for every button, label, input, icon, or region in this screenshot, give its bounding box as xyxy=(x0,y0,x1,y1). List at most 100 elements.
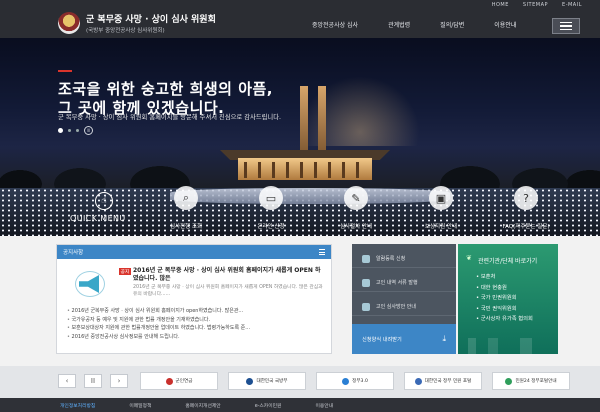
emblem-icon xyxy=(58,12,80,34)
notice-header: 공지사항 xyxy=(57,245,331,259)
service-item-alarm[interactable]: 알람등록 신청 xyxy=(352,250,456,268)
banner-label: 군인연금 xyxy=(175,379,193,384)
hero-subtext: 군 복무중 사망 · 상이 심사 위원회 홈페이지를 방문해 주셔서 진심으로 … xyxy=(58,114,281,121)
monitor-icon: ▭ xyxy=(259,186,283,210)
service-panel: 알람등록 신청 고인 내역 서류 발행 고인 심사방안 안내 신청양식 내려받기… xyxy=(352,244,456,354)
headline-accent xyxy=(58,70,72,72)
megaphone-icon xyxy=(75,271,109,297)
mnd-logo-icon xyxy=(246,377,254,385)
footer-link-guide[interactable]: 이용안내 xyxy=(315,402,333,409)
download-form-label: 신청양식 내려받기 xyxy=(362,336,402,343)
banner-label: 민원24 정부포털안내 xyxy=(515,379,557,384)
notice-item[interactable]: 보훈보상대상자 지원에 관한 법률개정안을 업데이트 하였습니다. 법령가능하도… xyxy=(67,324,325,333)
notice-item[interactable]: 2016년 군복무중 사망 · 상이 심사 위원회 홈페이지가 open하였습니… xyxy=(67,307,325,316)
banner-minwon24[interactable]: 민원24 정부포털안내 xyxy=(492,372,570,390)
notice-panel: 공지사항 공지 2016년 군 복무중 사망 · 상이 심사 위원회 홈페이지가… xyxy=(56,244,332,354)
quick-menu-title: QUICK MENU xyxy=(70,214,126,223)
service-label: 고인 심사방안 안내 xyxy=(376,304,416,310)
quick-item-faq[interactable]: ? FAQ(자주묻는 질문) xyxy=(495,186,557,230)
portal-logo-icon xyxy=(414,377,422,385)
more-icon[interactable] xyxy=(319,249,325,255)
nav-item-guide[interactable]: 이용안내 xyxy=(494,20,516,29)
banner-label: 정부3.0 xyxy=(352,379,368,384)
banner-label: 대한민국 국방부 xyxy=(256,379,288,384)
related-link[interactable]: 군사상자 유가족 협의회 xyxy=(476,314,533,325)
monument-pillar-left xyxy=(300,86,308,156)
quick-item-label: 심사절차 안내 xyxy=(339,224,373,230)
notice-feature[interactable]: 공지 2016년 군 복무중 사망 · 상이 심사 위원회 홈페이지가 새롭게 … xyxy=(67,265,325,305)
notice-item[interactable]: 국가유공자 등 예우 및 지원에 관한 법률 개정안을 기재하였습니다. xyxy=(67,316,325,325)
home-link[interactable]: HOME xyxy=(492,2,509,8)
bell-icon xyxy=(362,254,370,263)
site-subtitle: (국방부 중앙전공사상 심사위원회) xyxy=(86,28,165,34)
banner-gov30[interactable]: 정부3.0 xyxy=(316,372,394,390)
compensation-icon: ▣ xyxy=(429,186,453,210)
question-icon: ? xyxy=(514,186,538,210)
service-item-guide[interactable]: 고인 심사방안 안내 xyxy=(352,298,456,316)
gov30-logo-icon xyxy=(342,377,350,385)
related-link[interactable]: 대한 현충원 xyxy=(476,283,533,294)
site-title: 군 복무중 사망 · 상이 심사 위원회 xyxy=(86,15,216,25)
footer-link-suggestion[interactable]: 홈페이지개선제안 xyxy=(185,402,220,409)
notice-item[interactable]: 2016년 중앙전공사상 심사정보를 안내해 드립니다. xyxy=(67,333,325,342)
related-link[interactable]: 국가 민권위원회 xyxy=(476,293,533,304)
sitemap-link[interactable]: SITEMAP xyxy=(523,2,548,8)
quick-item-online[interactable]: ▭ 온라인 신청 xyxy=(240,186,302,230)
notice-badge: 공지 xyxy=(119,268,131,275)
quick-item-compensation[interactable]: ▣ 보상지원 안내 xyxy=(410,186,472,230)
download-icon: ⤓ xyxy=(442,334,446,343)
pointer-icon: ☝ xyxy=(95,192,113,210)
notice-feature-desc: 2016년 군 복무중 사망 · 상이 심사 위원회 홈페이지가 새롭게 OPE… xyxy=(133,285,323,297)
service-label: 알람등록 신청 xyxy=(376,256,406,262)
quick-item-label: 온라인 신청 xyxy=(257,224,285,230)
menu-icon[interactable] xyxy=(552,18,580,34)
related-link[interactable]: 보훈처 xyxy=(476,272,533,283)
document-search-icon: ⌕ xyxy=(174,186,198,210)
footer-link-privacy[interactable]: 개인정보처리방침 xyxy=(60,402,95,409)
footer: 개인정보처리방침 이메일정책 홈페이지개선제안 e-스카이민원 이용안내 xyxy=(0,398,600,412)
pager-dot[interactable] xyxy=(76,129,79,132)
quick-item-status[interactable]: ⌕ 심사진행 조회 xyxy=(155,186,217,230)
nav-item-review[interactable]: 중앙전공사상 심사 xyxy=(312,20,358,29)
main-nav: 중앙전공사상 심사 관계법령 질의/답변 이용안내 xyxy=(312,20,516,29)
quick-item-label: 심사진행 조회 xyxy=(169,224,203,230)
banner-prev-button[interactable]: ‹ xyxy=(58,374,76,388)
utility-links: HOME SITEMAP E-MAIL xyxy=(492,2,582,8)
service-label: 고인 내역 서류 발행 xyxy=(376,280,418,286)
banner-military-pension[interactable]: 군인연금 xyxy=(140,372,218,390)
banner-mnd[interactable]: 대한민국 국방부 xyxy=(228,372,306,390)
quick-item-procedure[interactable]: ✎ 심사절차 안내 xyxy=(325,186,387,230)
related-link[interactable]: 국민 권익위원회 xyxy=(476,304,533,315)
nav-item-qna[interactable]: 질의/답변 xyxy=(440,20,464,29)
pause-icon[interactable]: II xyxy=(84,126,93,135)
banner-label: 대한민국 정부 민원 포털 xyxy=(424,379,472,384)
pension-logo-icon xyxy=(165,377,173,385)
notice-list: 2016년 군복무중 사망 · 상이 심사 위원회 홈페이지가 open하였습니… xyxy=(67,307,325,341)
pager-dot[interactable] xyxy=(68,129,71,132)
pager-dot-active[interactable] xyxy=(58,128,63,133)
hero-pager: II xyxy=(58,126,93,135)
quick-item-label: FAQ(자주묻는 질문) xyxy=(502,224,550,230)
hand-document-icon: ✎ xyxy=(344,186,368,210)
city-skyline xyxy=(458,338,558,354)
minwon-logo-icon xyxy=(505,377,513,385)
email-link[interactable]: E-MAIL xyxy=(562,2,582,8)
hall-columns xyxy=(244,162,366,178)
header: HOME SITEMAP E-MAIL 군 복무중 사망 · 상이 심사 위원회… xyxy=(0,0,600,38)
info-icon xyxy=(362,302,370,311)
leaf-icon: ❦ xyxy=(466,254,472,262)
monument-pillar-right xyxy=(318,86,326,156)
quick-item-label: 보상지원 안내 xyxy=(424,224,458,230)
download-form-button[interactable]: 신청양식 내려받기 ⤓ xyxy=(352,324,456,354)
footer-link-email-policy[interactable]: 이메일정책 xyxy=(129,402,151,409)
related-title: 관련기관/단체 바로가기 xyxy=(478,258,538,265)
banner-gov-portal[interactable]: 대한민국 정부 민원 포털 xyxy=(404,372,482,390)
banner-pause-button[interactable]: II xyxy=(84,374,102,388)
site-logo[interactable]: 군 복무중 사망 · 상이 심사 위원회 (국방부 중앙전공사상 심사위원회) xyxy=(58,12,216,34)
related-links-panel: ❦ 관련기관/단체 바로가기 보훈처 대한 현충원 국가 민권위원회 국민 권익… xyxy=(458,244,558,354)
banner-next-button[interactable]: › xyxy=(110,374,128,388)
nav-item-laws[interactable]: 관계법령 xyxy=(388,20,410,29)
service-item-documents[interactable]: 고인 내역 서류 발행 xyxy=(352,274,456,292)
footer-link-esky[interactable]: e-스카이민원 xyxy=(255,402,282,409)
document-icon xyxy=(362,278,370,287)
